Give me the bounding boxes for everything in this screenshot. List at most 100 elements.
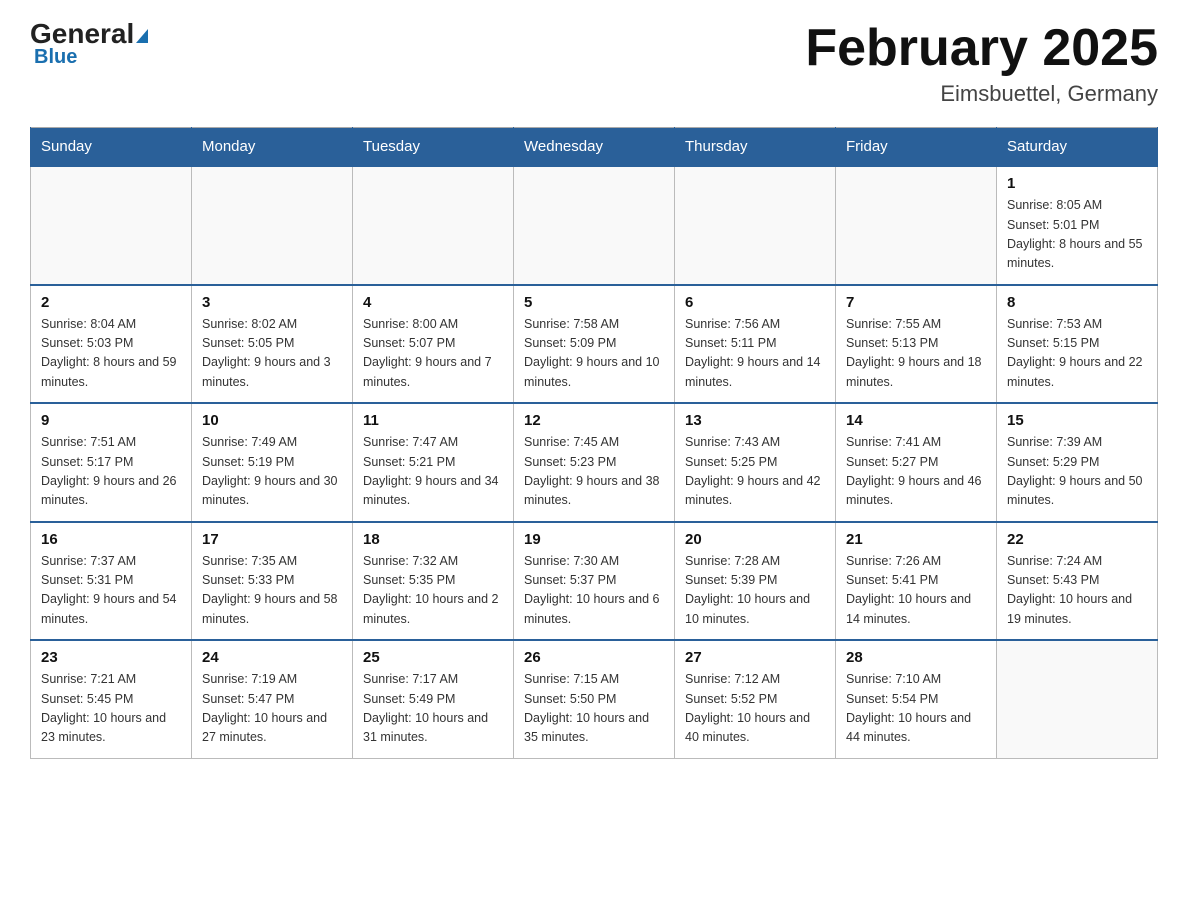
logo: General Blue: [30, 20, 148, 69]
col-header-saturday: Saturday: [997, 128, 1158, 167]
day-info: Sunrise: 7:26 AMSunset: 5:41 PMDaylight:…: [846, 552, 986, 630]
day-info: Sunrise: 7:15 AMSunset: 5:50 PMDaylight:…: [524, 670, 664, 748]
day-info: Sunrise: 8:04 AMSunset: 5:03 PMDaylight:…: [41, 315, 181, 393]
day-number: 10: [202, 412, 342, 429]
calendar-cell: 24 Sunrise: 7:19 AMSunset: 5:47 PMDayligh…: [192, 640, 353, 758]
day-info: Sunrise: 7:24 AMSunset: 5:43 PMDaylight:…: [1007, 552, 1147, 630]
logo-blue: Blue: [30, 46, 77, 69]
calendar-cell: [31, 166, 192, 285]
day-number: 28: [846, 649, 986, 666]
calendar-week-row: 1 Sunrise: 8:05 AMSunset: 5:01 PMDaylight…: [31, 166, 1158, 285]
calendar-week-row: 9 Sunrise: 7:51 AMSunset: 5:17 PMDaylight…: [31, 403, 1158, 522]
day-number: 12: [524, 412, 664, 429]
day-info: Sunrise: 7:51 AMSunset: 5:17 PMDaylight:…: [41, 433, 181, 511]
logo-triangle-icon: [136, 29, 148, 43]
calendar-cell: 15 Sunrise: 7:39 AMSunset: 5:29 PMDayligh…: [997, 403, 1158, 522]
title-block: February 2025 Eimsbuettel, Germany: [805, 20, 1158, 107]
calendar-cell: [192, 166, 353, 285]
day-number: 15: [1007, 412, 1147, 429]
col-header-friday: Friday: [836, 128, 997, 167]
day-number: 21: [846, 531, 986, 548]
calendar-cell: [675, 166, 836, 285]
day-number: 23: [41, 649, 181, 666]
calendar-cell: 23Sunrise: 7:21 AMSunset: 5:45 PMDayligh…: [31, 640, 192, 758]
day-info: Sunrise: 8:00 AMSunset: 5:07 PMDaylight:…: [363, 315, 503, 393]
day-number: 7: [846, 294, 986, 311]
calendar-cell: 27 Sunrise: 7:12 AMSunset: 5:52 PMDayligh…: [675, 640, 836, 758]
day-info: Sunrise: 7:10 AMSunset: 5:54 PMDaylight:…: [846, 670, 986, 748]
calendar-title: February 2025: [805, 20, 1158, 77]
calendar-cell: 2 Sunrise: 8:04 AMSunset: 5:03 PMDaylight…: [31, 285, 192, 404]
calendar-week-row: 2 Sunrise: 8:04 AMSunset: 5:03 PMDaylight…: [31, 285, 1158, 404]
day-info: Sunrise: 7:19 AMSunset: 5:47 PMDaylight:…: [202, 670, 342, 748]
day-number: 27: [685, 649, 825, 666]
calendar-cell: [836, 166, 997, 285]
day-number: 19: [524, 531, 664, 548]
calendar-cell: [997, 640, 1158, 758]
day-info: Sunrise: 7:39 AMSunset: 5:29 PMDaylight:…: [1007, 433, 1147, 511]
day-info: Sunrise: 7:47 AMSunset: 5:21 PMDaylight:…: [363, 433, 503, 511]
day-number: 2: [41, 294, 181, 311]
calendar-cell: 13 Sunrise: 7:43 AMSunset: 5:25 PMDayligh…: [675, 403, 836, 522]
logo-text: General: [30, 20, 148, 48]
day-info: Sunrise: 7:55 AMSunset: 5:13 PMDaylight:…: [846, 315, 986, 393]
day-number: 9: [41, 412, 181, 429]
calendar-cell: 9 Sunrise: 7:51 AMSunset: 5:17 PMDaylight…: [31, 403, 192, 522]
day-number: 25: [363, 649, 503, 666]
col-header-thursday: Thursday: [675, 128, 836, 167]
day-number: 22: [1007, 531, 1147, 548]
calendar-week-row: 16 Sunrise: 7:37 AMSunset: 5:31 PMDayligh…: [31, 522, 1158, 641]
day-info: Sunrise: 7:43 AMSunset: 5:25 PMDaylight:…: [685, 433, 825, 511]
day-number: 4: [363, 294, 503, 311]
day-info: Sunrise: 7:41 AMSunset: 5:27 PMDaylight:…: [846, 433, 986, 511]
day-number: 26: [524, 649, 664, 666]
day-number: 5: [524, 294, 664, 311]
calendar-table: SundayMondayTuesdayWednesdayThursdayFrid…: [30, 127, 1158, 759]
col-header-monday: Monday: [192, 128, 353, 167]
calendar-week-row: 23Sunrise: 7:21 AMSunset: 5:45 PMDayligh…: [31, 640, 1158, 758]
day-info: Sunrise: 7:12 AMSunset: 5:52 PMDaylight:…: [685, 670, 825, 748]
calendar-cell: 20 Sunrise: 7:28 AMSunset: 5:39 PMDayligh…: [675, 522, 836, 641]
day-info: Sunrise: 7:37 AMSunset: 5:31 PMDaylight:…: [41, 552, 181, 630]
calendar-cell: 12 Sunrise: 7:45 AMSunset: 5:23 PMDayligh…: [514, 403, 675, 522]
calendar-cell: 17Sunrise: 7:35 AMSunset: 5:33 PMDayligh…: [192, 522, 353, 641]
calendar-cell: 19 Sunrise: 7:30 AMSunset: 5:37 PMDayligh…: [514, 522, 675, 641]
calendar-cell: 1 Sunrise: 8:05 AMSunset: 5:01 PMDaylight…: [997, 166, 1158, 285]
day-info: Sunrise: 7:28 AMSunset: 5:39 PMDaylight:…: [685, 552, 825, 630]
day-info: Sunrise: 7:45 AMSunset: 5:23 PMDaylight:…: [524, 433, 664, 511]
calendar-cell: 7 Sunrise: 7:55 AMSunset: 5:13 PMDaylight…: [836, 285, 997, 404]
calendar-cell: 22 Sunrise: 7:24 AMSunset: 5:43 PMDayligh…: [997, 522, 1158, 641]
day-number: 16: [41, 531, 181, 548]
day-info: Sunrise: 7:53 AMSunset: 5:15 PMDaylight:…: [1007, 315, 1147, 393]
day-number: 8: [1007, 294, 1147, 311]
calendar-cell: 3Sunrise: 8:02 AMSunset: 5:05 PMDaylight…: [192, 285, 353, 404]
day-info: Sunrise: 7:32 AMSunset: 5:35 PMDaylight:…: [363, 552, 503, 630]
calendar-cell: 10 Sunrise: 7:49 AMSunset: 5:19 PMDayligh…: [192, 403, 353, 522]
calendar-cell: 21 Sunrise: 7:26 AMSunset: 5:41 PMDayligh…: [836, 522, 997, 641]
calendar-subtitle: Eimsbuettel, Germany: [805, 81, 1158, 107]
day-info: Sunrise: 7:58 AMSunset: 5:09 PMDaylight:…: [524, 315, 664, 393]
day-info: Sunrise: 7:30 AMSunset: 5:37 PMDaylight:…: [524, 552, 664, 630]
calendar-cell: 25 Sunrise: 7:17 AMSunset: 5:49 PMDayligh…: [353, 640, 514, 758]
calendar-cell: 26 Sunrise: 7:15 AMSunset: 5:50 PMDayligh…: [514, 640, 675, 758]
col-header-sunday: Sunday: [31, 128, 192, 167]
calendar-header-row: SundayMondayTuesdayWednesdayThursdayFrid…: [31, 128, 1158, 167]
logo-general: General: [30, 18, 134, 49]
day-number: 1: [1007, 175, 1147, 192]
day-number: 20: [685, 531, 825, 548]
calendar-cell: 5 Sunrise: 7:58 AMSunset: 5:09 PMDaylight…: [514, 285, 675, 404]
day-info: Sunrise: 7:49 AMSunset: 5:19 PMDaylight:…: [202, 433, 342, 511]
calendar-cell: 6Sunrise: 7:56 AMSunset: 5:11 PMDaylight…: [675, 285, 836, 404]
col-header-wednesday: Wednesday: [514, 128, 675, 167]
day-number: 17: [202, 531, 342, 548]
day-number: 24: [202, 649, 342, 666]
day-number: 11: [363, 412, 503, 429]
day-info: Sunrise: 8:05 AMSunset: 5:01 PMDaylight:…: [1007, 196, 1147, 274]
calendar-cell: 8 Sunrise: 7:53 AMSunset: 5:15 PMDaylight…: [997, 285, 1158, 404]
day-info: Sunrise: 7:17 AMSunset: 5:49 PMDaylight:…: [363, 670, 503, 748]
day-number: 13: [685, 412, 825, 429]
calendar-cell: [353, 166, 514, 285]
day-info: Sunrise: 8:02 AMSunset: 5:05 PMDaylight:…: [202, 315, 342, 393]
calendar-cell: 18Sunrise: 7:32 AMSunset: 5:35 PMDayligh…: [353, 522, 514, 641]
calendar-cell: [514, 166, 675, 285]
